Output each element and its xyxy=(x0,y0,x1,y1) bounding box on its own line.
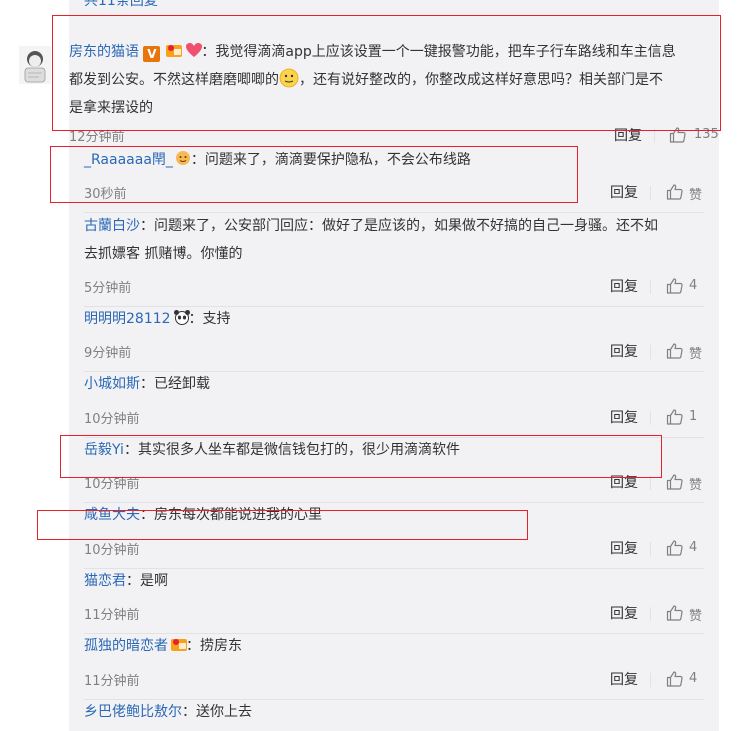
reply-time: 10分钟前 xyxy=(84,543,140,558)
divider xyxy=(650,542,651,556)
reply-item: 明明明28112 ：支持 xyxy=(84,306,724,333)
reply-time: 9分钟前 xyxy=(84,346,132,361)
reply-button[interactable]: 回复 xyxy=(610,182,638,202)
reply-button[interactable]: 回复 xyxy=(610,669,638,689)
highlight-box-reply-1 xyxy=(50,146,578,203)
reply-item: 猫恋君：是啊 xyxy=(84,573,168,589)
reply-user[interactable]: 孤独的暗恋者 xyxy=(84,638,168,654)
like-icon[interactable] xyxy=(666,473,684,491)
divider xyxy=(650,673,651,687)
reply-user[interactable]: 小城如斯 xyxy=(84,376,140,392)
like-icon[interactable] xyxy=(666,183,684,201)
reply-time: 5分钟前 xyxy=(84,281,132,296)
reply-user[interactable]: 乡巴佬鲍比敖尔 xyxy=(84,704,182,720)
like-count: 4 xyxy=(689,540,698,555)
divider xyxy=(654,129,655,143)
like-count: 赞 xyxy=(689,347,703,362)
divider xyxy=(650,476,651,490)
reply-item: 古蘭白沙：问题来了，公安部门回应：做好了是应该的，如果做不好搞的自己一身骚。还不… xyxy=(84,218,658,234)
divider xyxy=(650,280,651,294)
reply-time: 10分钟前 xyxy=(84,412,140,427)
reply-user[interactable]: 猫恋君 xyxy=(84,573,126,589)
like-count: 赞 xyxy=(689,478,703,493)
divider xyxy=(650,345,651,359)
reply-button[interactable]: 回复 xyxy=(610,538,638,558)
reply-text: 捞房东 xyxy=(200,638,242,654)
fan-badge-icon xyxy=(170,635,187,651)
reply-user[interactable]: 古蘭白沙 xyxy=(84,218,140,234)
like-icon[interactable] xyxy=(666,408,684,426)
like-icon[interactable] xyxy=(666,539,684,557)
reply-text: 问题来了，公安部门回应：做好了是应该的，如果做不好搞的自己一身骚。还不如 xyxy=(154,218,658,234)
reply-time: 11分钟前 xyxy=(84,674,140,689)
reply-button[interactable]: 回复 xyxy=(610,276,638,296)
reply-user[interactable]: 明明明28112 xyxy=(84,311,171,327)
reply-text: 送你上去 xyxy=(196,704,252,720)
more-replies-link[interactable]: 共11条回复 xyxy=(84,0,158,11)
like-icon[interactable] xyxy=(666,342,684,360)
like-count: 赞 xyxy=(689,609,703,624)
reply-text: 是啊 xyxy=(140,573,168,589)
like-count: 1 xyxy=(689,409,698,424)
reply-button[interactable]: 回复 xyxy=(610,341,638,361)
like-count: 4 xyxy=(689,278,698,293)
reply-text: 支持 xyxy=(202,311,231,327)
reply-item: 孤独的暗恋者 ：捞房东 xyxy=(84,633,724,660)
avatar[interactable] xyxy=(19,46,51,84)
reply-item: 乡巴佬鲍比敖尔：送你上去 xyxy=(84,704,252,720)
highlight-box-reply-6 xyxy=(37,510,528,540)
reply-text: 已经卸载 xyxy=(154,376,210,392)
reply-button[interactable]: 回复 xyxy=(610,603,638,623)
highlight-box-main-comment xyxy=(52,15,721,131)
like-count: 赞 xyxy=(689,188,703,203)
reply-text-line2: 去抓嫖客 抓赌博。你懂的 xyxy=(84,246,243,262)
highlight-box-reply-5 xyxy=(60,435,662,478)
like-count: 4 xyxy=(689,671,698,686)
divider xyxy=(650,607,651,621)
divider xyxy=(650,411,651,425)
like-icon[interactable] xyxy=(666,277,684,295)
reply-button[interactable]: 回复 xyxy=(610,407,638,427)
panda-emoji-icon xyxy=(173,308,190,325)
like-icon[interactable] xyxy=(666,604,684,622)
like-icon[interactable] xyxy=(666,670,684,688)
reply-time: 11分钟前 xyxy=(84,608,140,623)
divider xyxy=(650,186,651,200)
reply-item: 小城如斯：已经卸载 xyxy=(84,376,210,392)
